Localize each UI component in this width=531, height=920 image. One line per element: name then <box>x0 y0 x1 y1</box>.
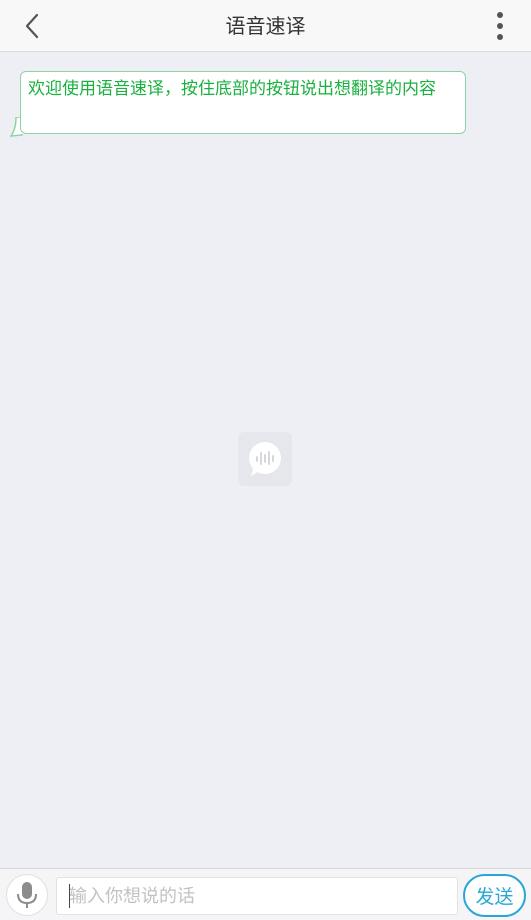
message-bubble-wrapper: 欢迎使用语音速译，按住底部的按钮说出想翻译的内容 <box>10 71 466 137</box>
message-input[interactable] <box>56 877 458 915</box>
input-bar: 发送 <box>0 868 531 920</box>
header-bar: 语音速译 <box>0 0 531 52</box>
more-vertical-icon-dot <box>497 23 503 29</box>
welcome-message-bubble: 欢迎使用语音速译，按住底部的按钮说出想翻译的内容 <box>20 71 466 134</box>
voice-translate-screen: 语音速译 欢迎使用语音速译，按住底部的按钮说出想翻译的内容 输入你想说的话 发送 <box>0 0 531 920</box>
voice-chat-logo-icon <box>238 432 292 486</box>
microphone-icon <box>17 882 37 908</box>
more-vertical-icon-dot <box>497 34 503 40</box>
microphone-button[interactable] <box>6 874 48 916</box>
page-title: 语音速译 <box>225 14 306 38</box>
send-button[interactable]: 发送 <box>463 874 526 917</box>
more-menu-button[interactable] <box>485 8 515 44</box>
voice-chat-logo-svg <box>249 442 281 476</box>
text-cursor <box>69 884 70 908</box>
chat-area[interactable]: 欢迎使用语音速译，按住底部的按钮说出想翻译的内容 <box>0 53 531 868</box>
more-vertical-icon <box>497 12 503 18</box>
